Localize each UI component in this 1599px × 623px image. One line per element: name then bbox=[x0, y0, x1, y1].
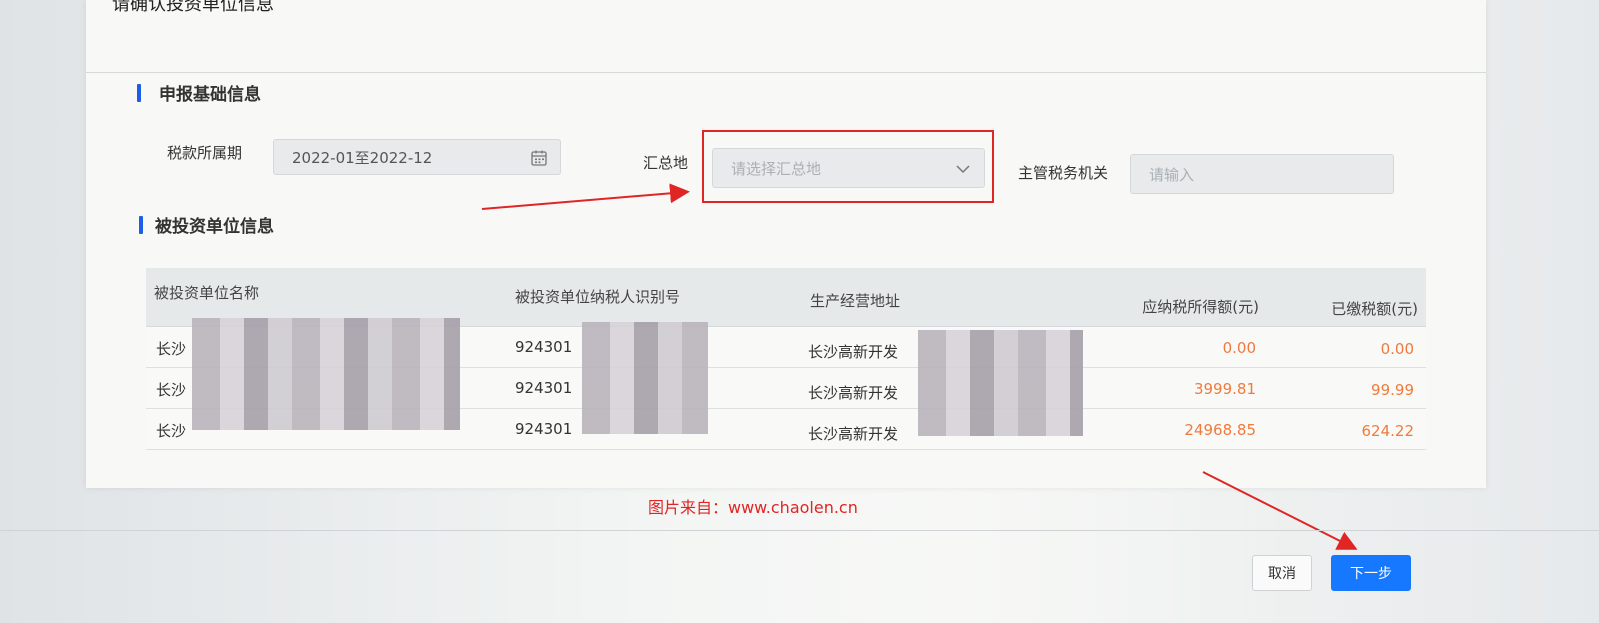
cancel-button[interactable]: 取消 bbox=[1252, 555, 1312, 591]
next-step-button[interactable]: 下一步 bbox=[1331, 555, 1411, 591]
screen: 请确认投资单位信息 申报基础信息 税款所属期 2022-01至2022-12 汇… bbox=[0, 0, 1599, 623]
annotation-arrow-summary bbox=[481, 183, 690, 210]
footer-divider bbox=[0, 530, 1599, 531]
annotation-arrow-next bbox=[1202, 471, 1358, 550]
watermark-text: 图片来自：www.chaolen.cn bbox=[648, 498, 858, 517]
